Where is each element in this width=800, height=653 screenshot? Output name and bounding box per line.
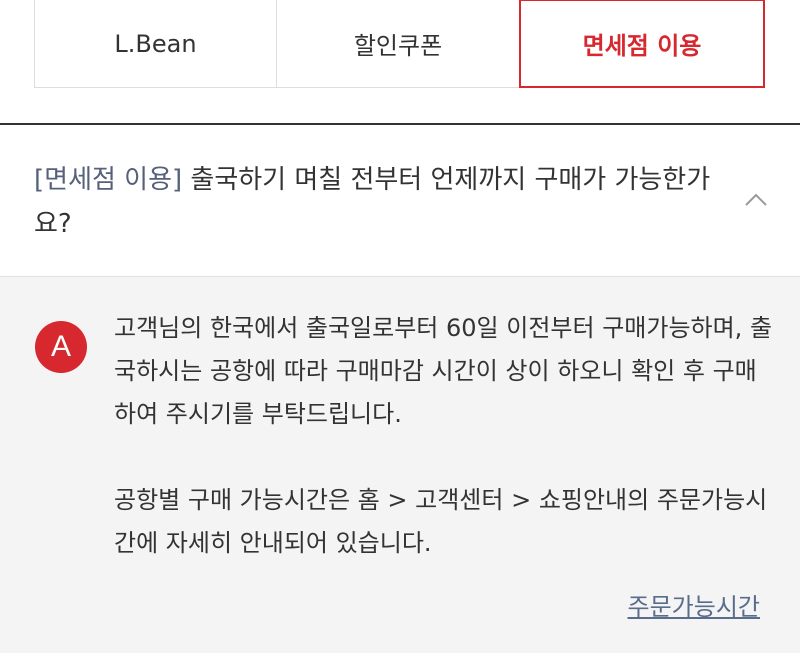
category-tabs: L.Bean 할인쿠폰 면세점 이용 [34,0,767,89]
question-category-tag: [면세점 이용] [34,165,183,195]
order-time-link[interactable]: 주문가능시간 [628,587,760,622]
answer-paragraph: 공항별 구매 가능시간은 홈 > 고객센터 > 쇼핑안내의 주문가능시간에 자세… [114,486,768,557]
faq-question[interactable]: [면세점 이용] 출국하기 며칠 전부터 언제까지 구매가 가능한가요? [0,125,800,277]
question-text: [면세점 이용] 출국하기 며칠 전부터 언제까지 구매가 가능한가요? [34,158,724,246]
tab-lbean[interactable]: L.Bean [34,0,277,88]
chevron-up-icon[interactable] [744,191,768,207]
answer-body: 고객님의 한국에서 출국일로부터 60일 이전부터 구매가능하며, 출국하시는 … [114,307,774,565]
tab-discount-coupon[interactable]: 할인쿠폰 [276,0,520,88]
faq-answer: A 고객님의 한국에서 출국일로부터 60일 이전부터 구매가능하며, 출국하시… [0,277,800,653]
answer-paragraph: 고객님의 한국에서 출국일로부터 60일 이전부터 구매가능하며, 출국하시는 … [114,314,773,428]
answer-badge: A [35,321,87,373]
tab-duty-free-active[interactable]: 면세점 이용 [519,0,765,88]
